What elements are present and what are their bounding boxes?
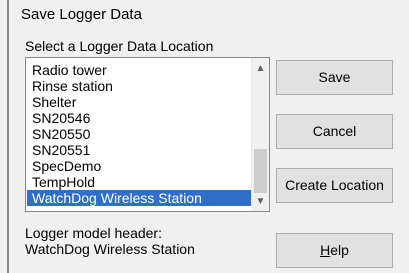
list-scrollbar[interactable]: ▲ ▼ <box>251 58 269 211</box>
chevron-down-icon[interactable]: ▼ <box>252 193 269 210</box>
list-item[interactable]: Radio tower <box>27 62 252 78</box>
list-item[interactable]: SN20551 <box>27 142 252 158</box>
list-item[interactable]: SN20546 <box>27 110 252 126</box>
location-prompt-label: Select a Logger Data Location <box>25 38 214 54</box>
logger-model-value: WatchDog Wireless Station <box>25 241 195 257</box>
list-item[interactable]: TempHold <box>27 174 252 190</box>
list-item[interactable]: Rinse station <box>27 78 252 94</box>
help-button[interactable]: Help <box>276 233 393 268</box>
window-edge <box>7 0 9 273</box>
help-label-rest: elp <box>330 242 349 258</box>
create-location-button[interactable]: Create Location <box>276 168 393 203</box>
location-listbox[interactable]: Radio tower Rinse station Shelter SN2054… <box>25 57 270 212</box>
help-mnemonic: H <box>320 242 331 258</box>
location-list: Radio tower Rinse station Shelter SN2054… <box>27 62 252 206</box>
list-item-selected[interactable]: WatchDog Wireless Station <box>27 190 252 206</box>
save-button[interactable]: Save <box>276 60 393 95</box>
list-item[interactable]: SpecDemo <box>27 158 252 174</box>
dialog-title: Save Logger Data <box>21 6 142 23</box>
save-logger-data-dialog: Save Logger Data Select a Logger Data Lo… <box>0 0 409 273</box>
list-item[interactable]: SN20550 <box>27 126 252 142</box>
scroll-thumb[interactable] <box>254 149 267 193</box>
logger-model-header-label: Logger model header: <box>25 225 162 241</box>
chevron-up-icon[interactable]: ▲ <box>252 60 269 77</box>
cancel-button[interactable]: Cancel <box>276 114 393 149</box>
list-item[interactable]: Shelter <box>27 94 252 110</box>
